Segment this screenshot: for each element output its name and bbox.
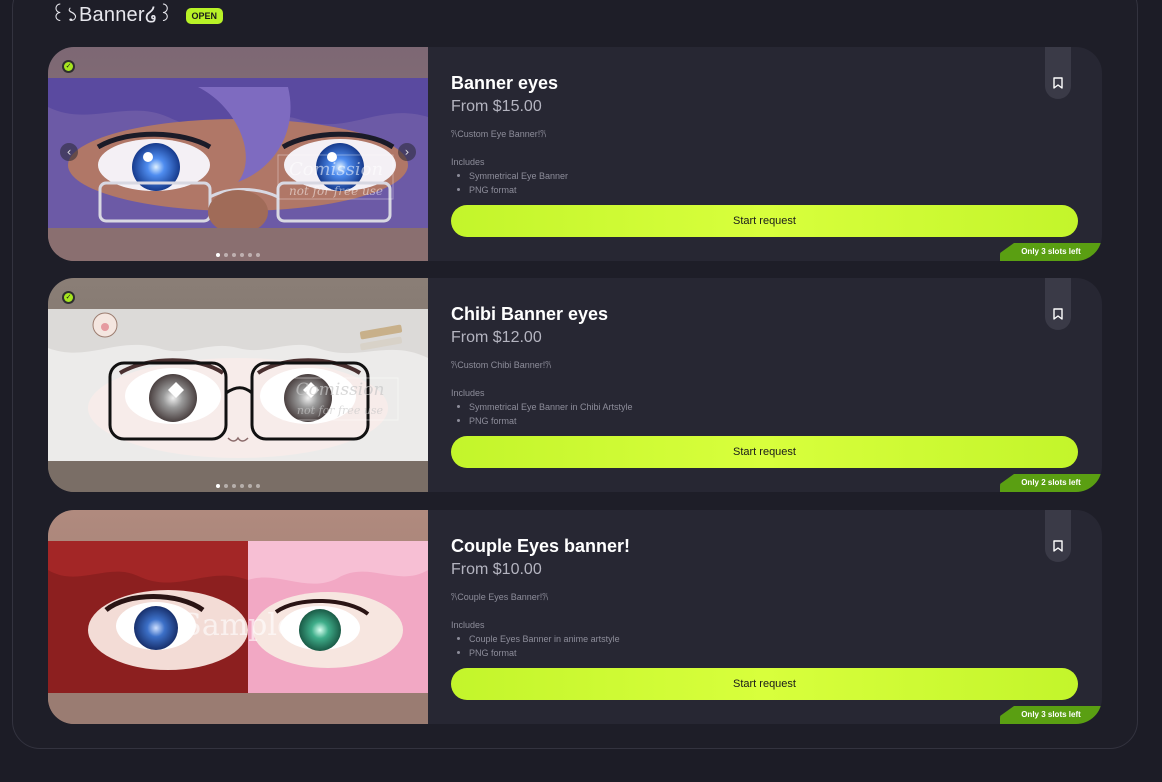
bookmark-icon <box>1053 77 1063 89</box>
watermark-text: Comission <box>289 159 383 180</box>
chevron-right-icon[interactable]: › <box>398 143 416 161</box>
chevron-left-icon[interactable]: ‹ <box>60 143 78 161</box>
watermark-text: not for free use <box>297 404 384 417</box>
slots-left-badge: Only 3 slots left <box>1000 243 1102 261</box>
listing-details: Couple Eyes banner! From $10.00 𐙚Couple … <box>451 510 1078 724</box>
carousel-dot[interactable] <box>232 484 236 488</box>
carousel-dot[interactable] <box>232 253 236 257</box>
bookmark-button[interactable] <box>1045 47 1071 99</box>
listing-tagline: 𐙚Couple Eyes Banner!𐙚 <box>451 592 549 602</box>
includes-label: Includes <box>451 620 485 630</box>
watermark-text: Comission <box>296 380 385 400</box>
watermark-text: Sample <box>181 608 294 643</box>
includes-list: Couple Eyes Banner in anime artstyle PNG… <box>451 632 620 657</box>
carousel-dot[interactable] <box>216 253 220 257</box>
listing-title[interactable]: Couple Eyes banner! <box>451 536 630 557</box>
carousel-dots[interactable] <box>216 253 260 257</box>
listing-details: Banner eyes From $15.00 𐙚Custom Eye Bann… <box>451 47 1078 261</box>
listing-price: From $10.00 <box>451 561 542 578</box>
carousel-dots[interactable] <box>216 484 260 488</box>
slots-left-badge: Only 3 slots left <box>1000 706 1102 724</box>
listing-image-carousel[interactable]: Sample <box>48 510 428 724</box>
listing-image-carousel[interactable]: Comission not for free use ✓ ‹ › <box>48 47 428 261</box>
carousel-dot[interactable] <box>240 253 244 257</box>
listing-price: From $12.00 <box>451 329 542 346</box>
listing-image: Comission not for free use <box>48 47 428 261</box>
start-request-button[interactable]: Start request <box>451 668 1078 700</box>
watermark-text: not for free use <box>289 184 383 198</box>
listing-title[interactable]: Chibi Banner eyes <box>451 304 608 325</box>
list-item: PNG format <box>451 646 620 657</box>
carousel-dot[interactable] <box>224 253 228 257</box>
listing-card[interactable]: Comission not for free use ✓ Chibi Banne… <box>48 278 1102 492</box>
list-item: PNG format <box>451 183 568 194</box>
includes-label: Includes <box>451 388 485 398</box>
list-item: Symmetrical Eye Banner <box>451 169 568 183</box>
listing-title[interactable]: Banner eyes <box>451 73 558 94</box>
list-item: Symmetrical Eye Banner in Chibi Artstyle <box>451 400 633 414</box>
verified-check-icon: ✓ <box>62 291 75 304</box>
bookmark-button[interactable] <box>1045 510 1071 562</box>
listing-image: Sample <box>48 510 428 724</box>
listing-tagline: 𐙚Custom Eye Banner!𐙚 <box>451 129 547 139</box>
carousel-dot[interactable] <box>240 484 244 488</box>
bookmark-icon <box>1053 308 1063 320</box>
listing-tagline: 𐙚Custom Chibi Banner!𐙚 <box>451 360 552 370</box>
carousel-dot[interactable] <box>256 253 260 257</box>
carousel-dot[interactable] <box>248 484 252 488</box>
bookmark-button[interactable] <box>1045 278 1071 330</box>
section-header: ꒰১Banner໒꒱ OPEN <box>50 4 224 28</box>
carousel-dot[interactable] <box>256 484 260 488</box>
listing-image-carousel[interactable]: Comission not for free use ✓ <box>48 278 428 492</box>
includes-list: Symmetrical Eye Banner PNG format <box>451 169 568 194</box>
includes-list: Symmetrical Eye Banner in Chibi Artstyle… <box>451 400 633 425</box>
list-item: Couple Eyes Banner in anime artstyle <box>451 632 620 646</box>
section-title: ꒰১Banner໒꒱ <box>50 3 174 26</box>
start-request-button[interactable]: Start request <box>451 436 1078 468</box>
includes-label: Includes <box>451 157 485 167</box>
listing-card[interactable]: Sample Couple Eyes banner! From $10.00 𐙚… <box>48 510 1102 724</box>
status-badge: OPEN <box>185 8 224 24</box>
carousel-dot[interactable] <box>224 484 228 488</box>
listing-image: Comission not for free use <box>48 278 428 492</box>
list-item: PNG format <box>451 414 633 425</box>
listing-card[interactable]: Comission not for free use ✓ ‹ › Banner … <box>48 47 1102 261</box>
listing-details: Chibi Banner eyes From $12.00 𐙚Custom Ch… <box>451 278 1078 492</box>
start-request-button[interactable]: Start request <box>451 205 1078 237</box>
carousel-dot[interactable] <box>248 253 252 257</box>
listing-price: From $15.00 <box>451 98 542 115</box>
bookmark-icon <box>1053 540 1063 552</box>
slots-left-badge: Only 2 slots left <box>1000 474 1102 492</box>
verified-check-icon: ✓ <box>62 60 75 73</box>
carousel-dot[interactable] <box>216 484 220 488</box>
